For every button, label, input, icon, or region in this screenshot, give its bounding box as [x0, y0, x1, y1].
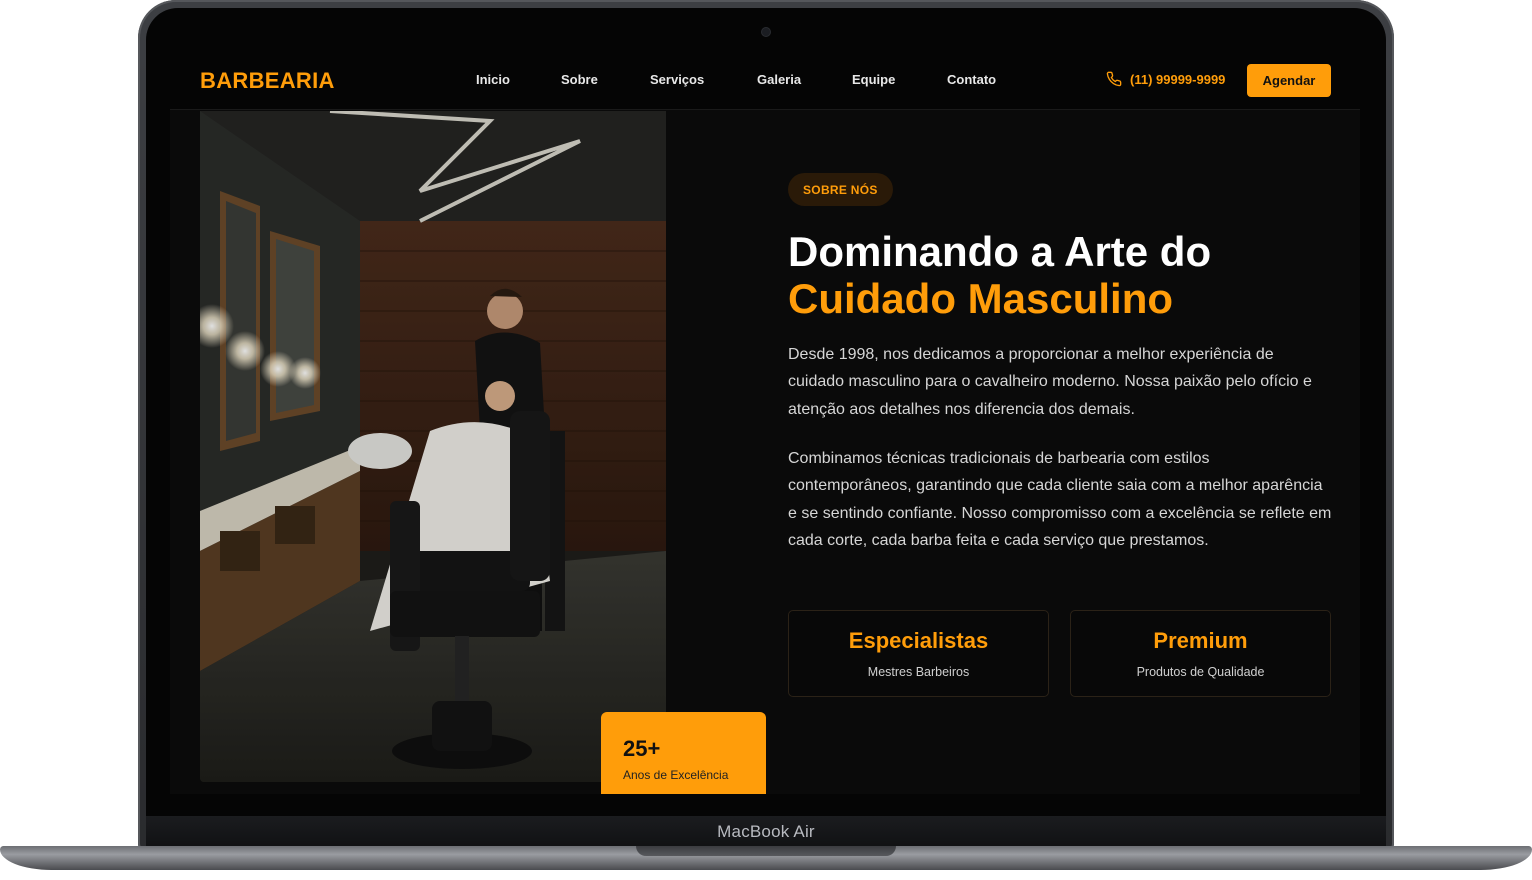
about-paragraph-1: Desde 1998, nos dedicamos a proporcionar…: [788, 346, 1312, 418]
title-line-2: Cuidado Masculino: [788, 275, 1174, 322]
years-label: Anos de Excelência: [623, 768, 729, 782]
feature-card-specialists: Especialistas Mestres Barbeiros: [788, 610, 1049, 697]
feature-title: Premium: [1153, 628, 1248, 653]
laptop-notch: [636, 846, 896, 856]
phone-contact[interactable]: (11) 99999-9999: [1106, 71, 1225, 87]
device-label: MacBook Air: [717, 822, 815, 841]
nav-link-sobre[interactable]: Sobre: [561, 72, 598, 87]
schedule-button[interactable]: Agendar: [1247, 64, 1331, 97]
about-paragraph-2: Combinamos técnicas tradicionais de barb…: [788, 450, 1332, 550]
laptop-mockup: BARBEARIA Inicio Sobre Serviços Galeria …: [0, 0, 1532, 880]
barbershop-image: [200, 111, 666, 782]
nav-link-equipe[interactable]: Equipe: [852, 72, 895, 87]
phone-number: (11) 99999-9999: [1130, 71, 1226, 87]
navbar: BARBEARIA Inicio Sobre Serviços Galeria …: [170, 50, 1360, 110]
title-line-1: Dominando a Arte do: [788, 228, 1212, 275]
feature-title: Especialistas: [848, 628, 989, 653]
feature-subtitle: Produtos de Qualidade: [1136, 665, 1265, 679]
years-value: 25+: [623, 736, 661, 761]
laptop-chin: MacBook Air: [146, 816, 1386, 848]
feature-subtitle: Mestres Barbeiros: [867, 665, 970, 679]
phone-icon: [1106, 71, 1122, 87]
nav-link-inicio[interactable]: Inicio: [476, 72, 510, 87]
nav-link-contato[interactable]: Contato: [947, 72, 996, 87]
section-tag: SOBRE NÓS: [788, 173, 893, 206]
camera-icon: [762, 28, 770, 36]
nav-link-servicos[interactable]: Serviços: [650, 72, 704, 87]
section-title: Dominando a Arte do Cuidado Masculino: [788, 228, 1348, 322]
website-screen: BARBEARIA Inicio Sobre Serviços Galeria …: [170, 50, 1360, 794]
nav-link-galeria[interactable]: Galeria: [757, 72, 801, 87]
barbershop-photo: [200, 111, 666, 782]
feature-card-premium: Premium Produtos de Qualidade: [1070, 610, 1331, 697]
years-badge: 25+ Anos de Excelência: [601, 712, 766, 794]
